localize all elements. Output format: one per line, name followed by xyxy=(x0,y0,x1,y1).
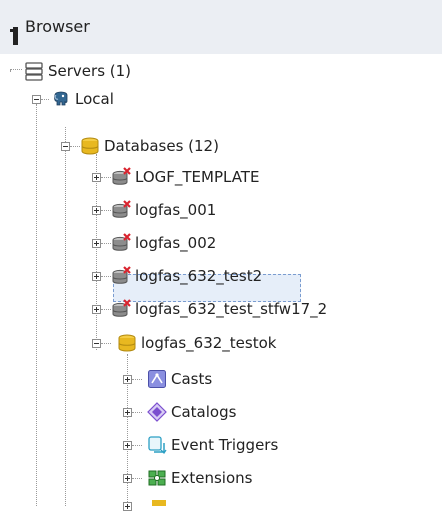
tree-node-label: LOGF_TEMPLATE xyxy=(135,168,260,186)
database-disconnected-icon xyxy=(112,167,131,185)
expand-toggle[interactable] xyxy=(92,272,101,281)
database-disconnected-icon xyxy=(112,200,131,218)
expand-toggle[interactable] xyxy=(92,239,101,248)
databases-icon xyxy=(81,137,99,155)
tree-node-casts[interactable]: Casts xyxy=(147,367,212,391)
expand-toggle[interactable] xyxy=(92,206,101,215)
tree-node-label: logfas_632_testok xyxy=(141,334,277,352)
partial-node-icon xyxy=(152,500,166,506)
tree-node-label: Servers (1) xyxy=(48,62,132,80)
panel-title: Browser xyxy=(25,17,90,36)
tree-node-servers[interactable]: Servers (1) xyxy=(24,59,131,83)
tree-node-label: logfas_001 xyxy=(135,201,217,219)
expand-toggle[interactable] xyxy=(123,474,132,483)
collapse-toggle[interactable] xyxy=(92,339,101,348)
expand-toggle[interactable] xyxy=(92,305,101,314)
tree-node-database-selected[interactable]: logfas_632_testok xyxy=(117,331,276,355)
servers-icon xyxy=(25,62,43,81)
collapse-toggle[interactable] xyxy=(61,142,70,151)
database-connected-icon xyxy=(118,334,136,352)
tree-node-label: Casts xyxy=(171,370,213,388)
expand-toggle[interactable] xyxy=(123,441,132,450)
event-triggers-icon xyxy=(148,436,167,455)
elephant-server-icon xyxy=(54,91,68,106)
tree-node-database[interactable]: logfas_632_test_stfw17_2 xyxy=(111,297,327,321)
database-disconnected-icon xyxy=(112,233,131,251)
tree-node-event-triggers[interactable]: Event Triggers xyxy=(147,433,278,457)
tree-node-databases[interactable]: Databases (12) xyxy=(80,134,219,158)
browser-tree-icon xyxy=(10,27,18,45)
tree-node-database[interactable]: LOGF_TEMPLATE xyxy=(111,165,259,189)
tree-node-label: Extensions xyxy=(171,469,253,487)
tree-node-label: logfas_632_test2 xyxy=(135,267,263,285)
tree-node-label: logfas_632_test_stfw17_2 xyxy=(135,300,328,318)
tree-node-local[interactable]: Local xyxy=(51,87,114,111)
tree-node-label: Databases (12) xyxy=(104,137,219,155)
browser-panel-header: Browser xyxy=(0,0,442,54)
tree-node-label: logfas_002 xyxy=(135,234,217,252)
database-disconnected-icon xyxy=(112,266,131,284)
object-tree: Servers (1) Local Databases (12) LOGF_TE… xyxy=(0,54,442,511)
tree-node-label: Event Triggers xyxy=(171,436,279,454)
tree-node-label: Catalogs xyxy=(171,403,237,421)
expand-toggle[interactable] xyxy=(123,375,132,384)
expand-toggle[interactable] xyxy=(123,408,132,417)
expand-toggle[interactable] xyxy=(123,502,132,511)
tree-node-catalogs[interactable]: Catalogs xyxy=(147,400,236,424)
tree-node-label: Local xyxy=(75,90,114,108)
tree-node-database[interactable]: logfas_001 xyxy=(111,198,216,222)
casts-icon xyxy=(148,370,166,388)
tree-node-database[interactable]: logfas_002 xyxy=(111,231,216,255)
tree-node-extensions[interactable]: Extensions xyxy=(147,466,252,490)
collapse-toggle[interactable] xyxy=(32,95,41,104)
expand-toggle[interactable] xyxy=(92,173,101,182)
database-disconnected-icon xyxy=(112,299,131,317)
catalogs-icon xyxy=(147,402,167,422)
tree-node-database[interactable]: logfas_632_test2 xyxy=(111,264,262,288)
extensions-icon xyxy=(148,470,166,486)
